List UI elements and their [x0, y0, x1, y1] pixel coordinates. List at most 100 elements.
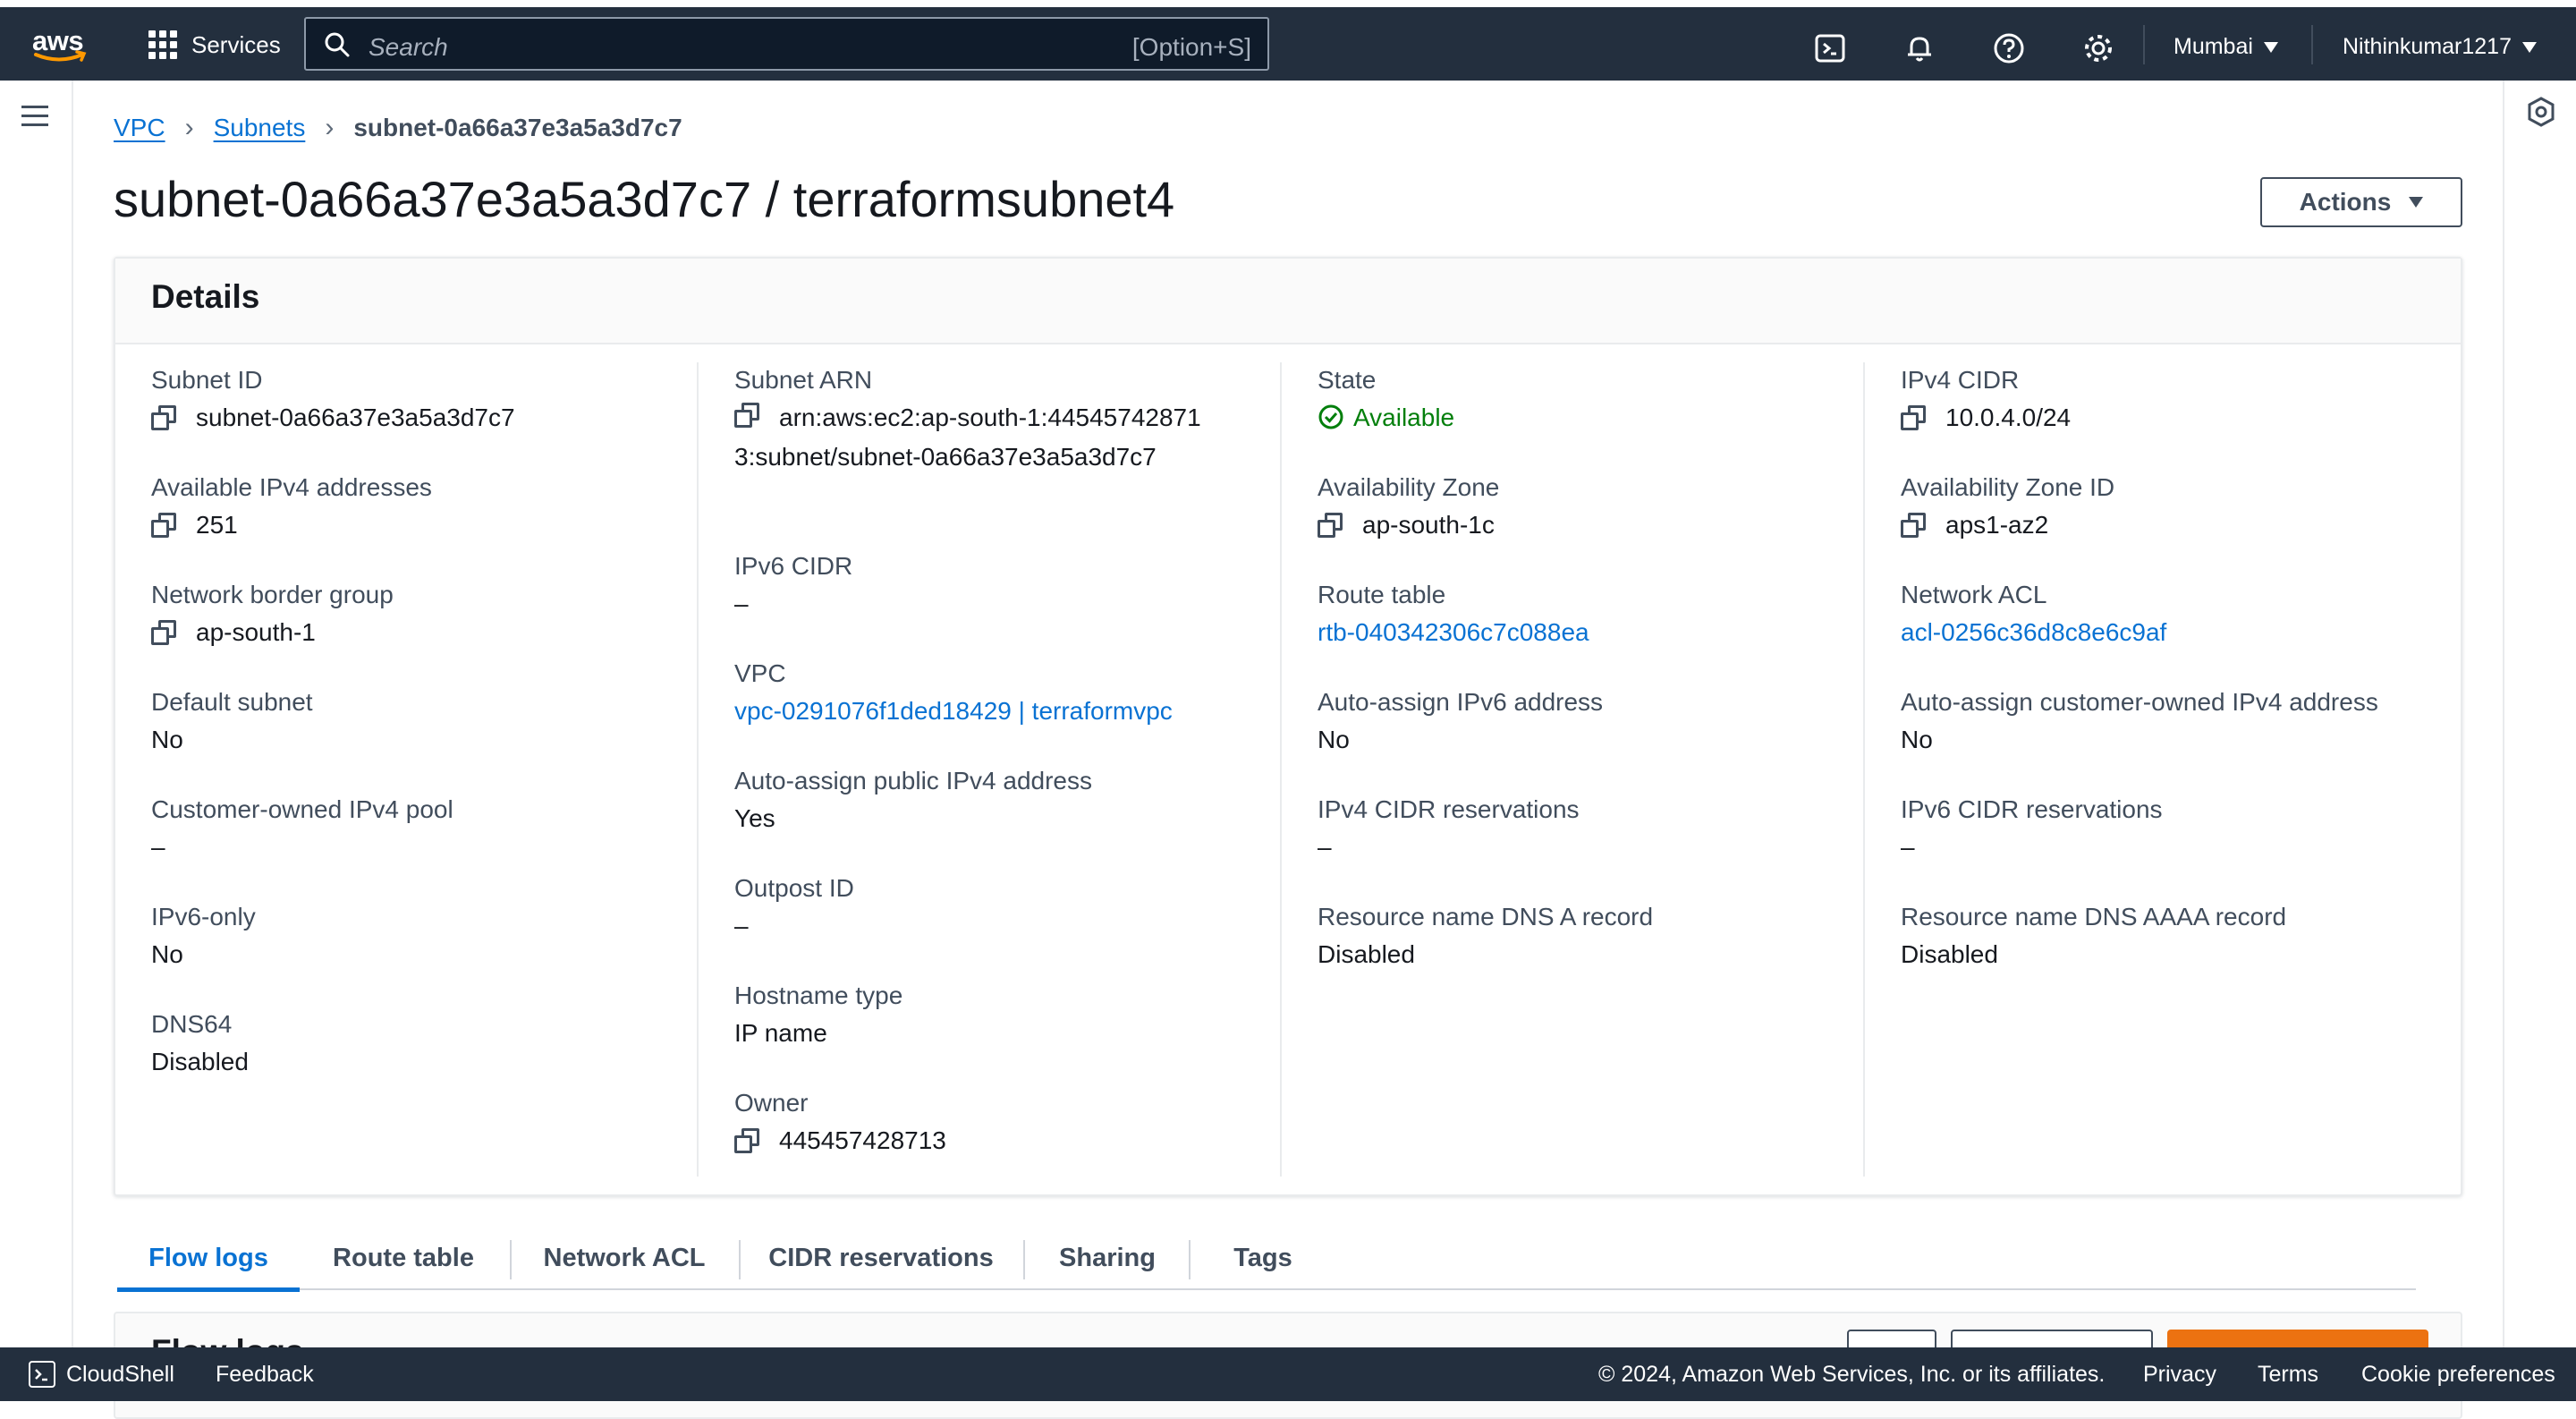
copy-icon[interactable]	[1901, 513, 1926, 540]
field-ipv6-cidr-reservations: IPv6 CIDR reservations –	[1901, 792, 2437, 867]
field-default-subnet: Default subnet No	[151, 684, 688, 760]
page-title: subnet-0a66a37e3a5a3d7c7 / terraformsubn…	[114, 171, 1175, 227]
field-label: Subnet ARN	[734, 366, 873, 394]
field-value: –	[734, 912, 749, 939]
field-hostname-type: Hostname type IP name	[734, 978, 1271, 1053]
field-label: IPv4 CIDR reservations	[1318, 795, 1580, 823]
footer-cookie-preferences[interactable]: Cookie preferences	[2361, 1362, 2555, 1388]
route-table-link[interactable]: rtb-040342306c7c088ea	[1318, 613, 1589, 652]
details-column-2: Subnet ARN arn:aws:ec2:ap-south-1:445457…	[699, 362, 1282, 1177]
tab-cidr-reservations[interactable]: CIDR reservations	[741, 1226, 1021, 1290]
field-subnet-id: Subnet ID subnet-0a66a37e3a5a3d7c7	[151, 362, 688, 438]
field-dns-a-record: Resource name DNS A record Disabled	[1318, 899, 1854, 974]
footer-copyright: © 2024, Amazon Web Services, Inc. or its…	[1598, 1362, 2106, 1387]
tab-divider	[510, 1240, 512, 1279]
services-menu[interactable]: Services	[148, 27, 281, 63]
region-selector[interactable]: Mumbai	[2174, 34, 2278, 60]
field-label: IPv6 CIDR reservations	[1901, 795, 2163, 823]
menu-hamburger-icon[interactable]	[21, 106, 48, 127]
field-network-acl: Network ACL acl-0256c36d8c8e6c9af	[1901, 577, 2437, 652]
breadcrumb-current: subnet-0a66a37e3a5a3d7c7	[353, 114, 682, 141]
details-column-4: IPv4 CIDR 10.0.4.0/24 Availability Zone …	[1865, 362, 2448, 1177]
tab-flow-logs[interactable]: Flow logs	[117, 1226, 300, 1292]
settings-gear-icon[interactable]	[2082, 32, 2114, 64]
details-header: Details	[115, 259, 2461, 344]
copy-icon[interactable]	[151, 620, 176, 647]
field-label: Auto-assign IPv6 address	[1318, 688, 1604, 716]
actions-button[interactable]: Actions	[2260, 177, 2462, 227]
details-column-3: State Available Availability Zone ap-sou…	[1282, 362, 1865, 1177]
field-label: Availability Zone	[1318, 473, 1500, 501]
field-label: Subnet ID	[151, 366, 263, 394]
field-value: No	[151, 726, 183, 753]
footer-cloudshell[interactable]: CloudShell	[66, 1362, 174, 1388]
nav-divider	[2311, 25, 2313, 64]
breadcrumb-vpc[interactable]: VPC	[114, 114, 165, 142]
field-label: Resource name DNS AAAA record	[1901, 903, 2287, 930]
breadcrumb: VPC › Subnets › subnet-0a66a37e3a5a3d7c7	[114, 113, 682, 143]
account-name: Nithinkumar1217	[2343, 34, 2512, 59]
field-value: IP name	[734, 1019, 827, 1047]
copy-icon[interactable]	[734, 403, 759, 429]
field-value: Disabled	[1901, 940, 1998, 968]
search-placeholder: Search	[369, 33, 448, 61]
search-shortcut: [Option+S]	[1131, 33, 1251, 61]
tab-tags[interactable]: Tags	[1191, 1226, 1335, 1290]
field-value: –	[151, 833, 165, 861]
field-outpost-id: Outpost ID –	[734, 871, 1271, 946]
chevron-right-icon: ›	[325, 113, 335, 142]
field-value: –	[734, 590, 749, 617]
field-subnet-arn: Subnet ARN arn:aws:ec2:ap-south-1:445457…	[734, 362, 1271, 477]
field-availability-zone-id: Availability Zone ID aps1-az2	[1901, 470, 2437, 545]
copy-icon[interactable]	[151, 513, 176, 540]
services-grid-icon	[148, 30, 177, 59]
copy-icon[interactable]	[734, 1128, 759, 1155]
copy-icon[interactable]	[151, 405, 176, 432]
field-value: ap-south-1c	[1362, 511, 1495, 539]
field-value: –	[1318, 833, 1332, 861]
cloudshell-icon[interactable]	[29, 1361, 55, 1388]
copy-icon[interactable]	[1318, 513, 1343, 540]
caret-down-icon	[2409, 197, 2424, 208]
vpc-link[interactable]: vpc-0291076f1ded18429 | terraformvpc	[734, 692, 1173, 731]
footer-feedback[interactable]: Feedback	[216, 1362, 314, 1388]
field-value: arn:aws:ec2:ap-south-1:445457428713:subn…	[734, 404, 1201, 471]
info-panel-icon[interactable]	[2526, 97, 2556, 127]
tab-sharing[interactable]: Sharing	[1026, 1226, 1189, 1290]
tab-route-table[interactable]: Route table	[300, 1226, 507, 1290]
tab-network-acl[interactable]: Network ACL	[513, 1226, 736, 1290]
search-icon	[325, 32, 350, 57]
field-label: IPv4 CIDR	[1901, 366, 2020, 394]
caret-down-icon	[2263, 41, 2278, 53]
notifications-bell-icon[interactable]	[1903, 32, 1936, 64]
tools-rail	[2503, 81, 2576, 1347]
field-label: VPC	[734, 659, 786, 687]
search-input[interactable]: Search [Option+S]	[304, 17, 1269, 71]
field-label: Resource name DNS A record	[1318, 903, 1654, 930]
breadcrumb-subnets[interactable]: Subnets	[214, 114, 306, 142]
field-availability-zone: Availability Zone ap-south-1c	[1318, 470, 1854, 545]
account-menu[interactable]: Nithinkumar1217	[2343, 34, 2537, 60]
field-dns-aaaa-record: Resource name DNS AAAA record Disabled	[1901, 899, 2437, 974]
aws-logo[interactable]: aws	[30, 25, 89, 66]
field-value: No	[1318, 726, 1350, 753]
field-value: Disabled	[151, 1048, 249, 1075]
field-label: Hostname type	[734, 981, 903, 1009]
aws-smile-icon	[34, 50, 87, 62]
region-label: Mumbai	[2174, 34, 2253, 59]
details-column-1: Subnet ID subnet-0a66a37e3a5a3d7c7 Avail…	[115, 362, 699, 1177]
field-label: Network border group	[151, 581, 394, 608]
field-value: –	[1901, 833, 1915, 861]
cloudshell-icon[interactable]	[1814, 32, 1846, 64]
network-acl-link[interactable]: acl-0256c36d8c8e6c9af	[1901, 613, 2166, 652]
field-ipv4-cidr-reservations: IPv4 CIDR reservations –	[1318, 792, 1854, 867]
field-value: Yes	[734, 804, 775, 832]
footer-terms[interactable]: Terms	[2258, 1362, 2318, 1388]
field-auto-assign-customer-owned-ipv4: Auto-assign customer-owned IPv4 address …	[1901, 684, 2437, 760]
copy-icon[interactable]	[1901, 405, 1926, 432]
help-icon[interactable]	[1993, 32, 2025, 64]
field-label: IPv6 CIDR	[734, 552, 853, 580]
tab-divider	[1189, 1240, 1191, 1279]
field-value: No	[151, 940, 183, 968]
footer-privacy[interactable]: Privacy	[2143, 1362, 2216, 1388]
